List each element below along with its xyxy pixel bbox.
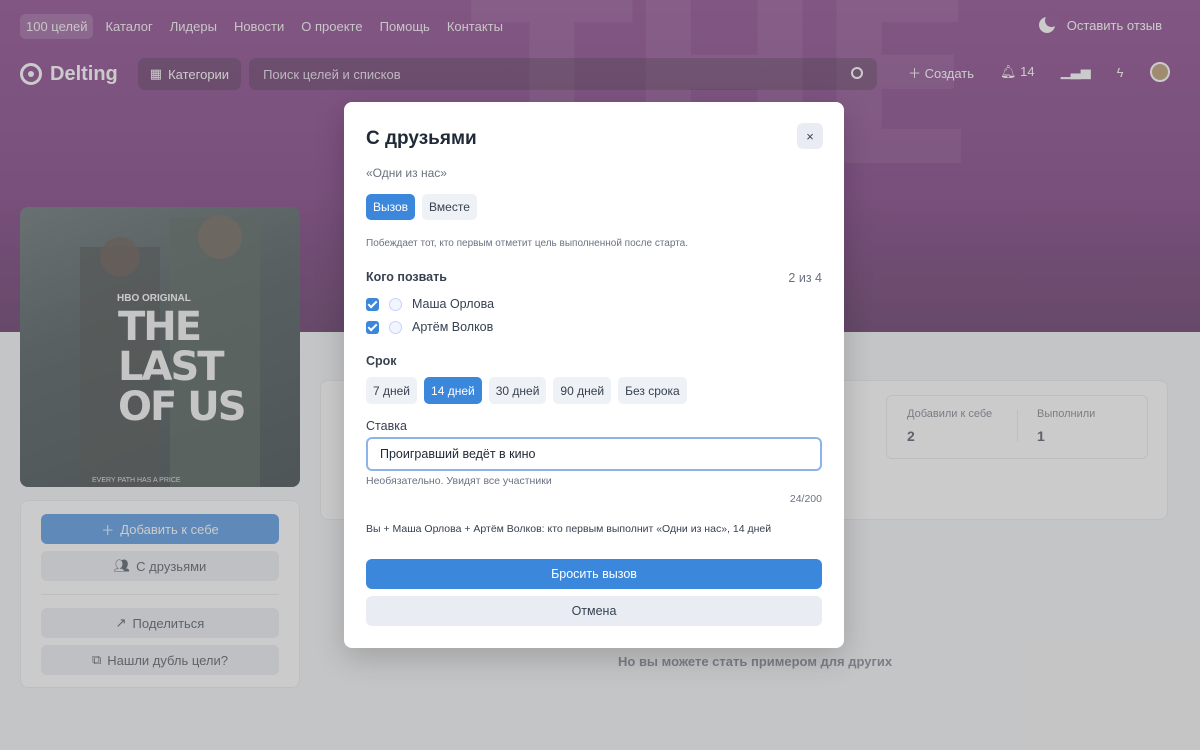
with-friends-dialog: С друзьями × «Одни из нас» Вызов Вместе … bbox=[344, 102, 844, 648]
mode-challenge[interactable]: Вызов bbox=[366, 194, 416, 220]
friend-checkbox[interactable] bbox=[366, 320, 379, 334]
dialog-title: С друзьями bbox=[366, 128, 477, 149]
mode-together[interactable]: Вместе bbox=[422, 194, 477, 220]
duration-7[interactable]: 7 дней bbox=[366, 377, 418, 404]
friend-avatar bbox=[389, 320, 402, 334]
submit-challenge-button[interactable]: Бросить вызов bbox=[366, 559, 822, 589]
duration-30[interactable]: 30 дней bbox=[488, 377, 547, 404]
stake-input[interactable]: Проигравший ведёт в кино bbox=[366, 437, 822, 471]
stake-label: Ставка bbox=[366, 419, 407, 433]
friend-avatar bbox=[389, 297, 402, 311]
duration-none[interactable]: Без срока bbox=[618, 377, 687, 404]
goal-name: «Одни из нас» bbox=[366, 166, 447, 180]
stake-counter: 24/200 bbox=[789, 493, 822, 505]
mode-selector: Вызов Вместе bbox=[366, 194, 477, 220]
duration-90[interactable]: 90 дней bbox=[553, 377, 612, 404]
friend-checkbox[interactable] bbox=[366, 297, 379, 311]
invite-label: Кого позвать bbox=[366, 270, 447, 284]
duration-selector: 7 дней 14 дней 30 дней 90 дней Без срока bbox=[366, 377, 687, 404]
close-icon: × bbox=[806, 128, 814, 144]
duration-14[interactable]: 14 дней bbox=[424, 377, 482, 404]
cancel-button[interactable]: Отмена bbox=[366, 596, 822, 626]
stake-helper: Необязательно. Увидят все участники bbox=[366, 475, 552, 487]
friend-row[interactable]: Маша Орлова bbox=[366, 297, 494, 311]
invite-count: 2 из 4 bbox=[788, 271, 822, 285]
friend-name: Маша Орлова bbox=[412, 297, 495, 311]
duration-label: Срок bbox=[366, 354, 397, 368]
mode-description: Побеждает тот, кто первым отметит цель в… bbox=[366, 238, 689, 249]
friend-name: Артём Волков bbox=[412, 320, 494, 334]
close-button[interactable]: × bbox=[797, 123, 823, 149]
friend-row[interactable]: Артём Волков bbox=[366, 320, 493, 334]
challenge-summary: Вы + Маша Орлова + Артём Волков: кто пер… bbox=[366, 523, 772, 535]
